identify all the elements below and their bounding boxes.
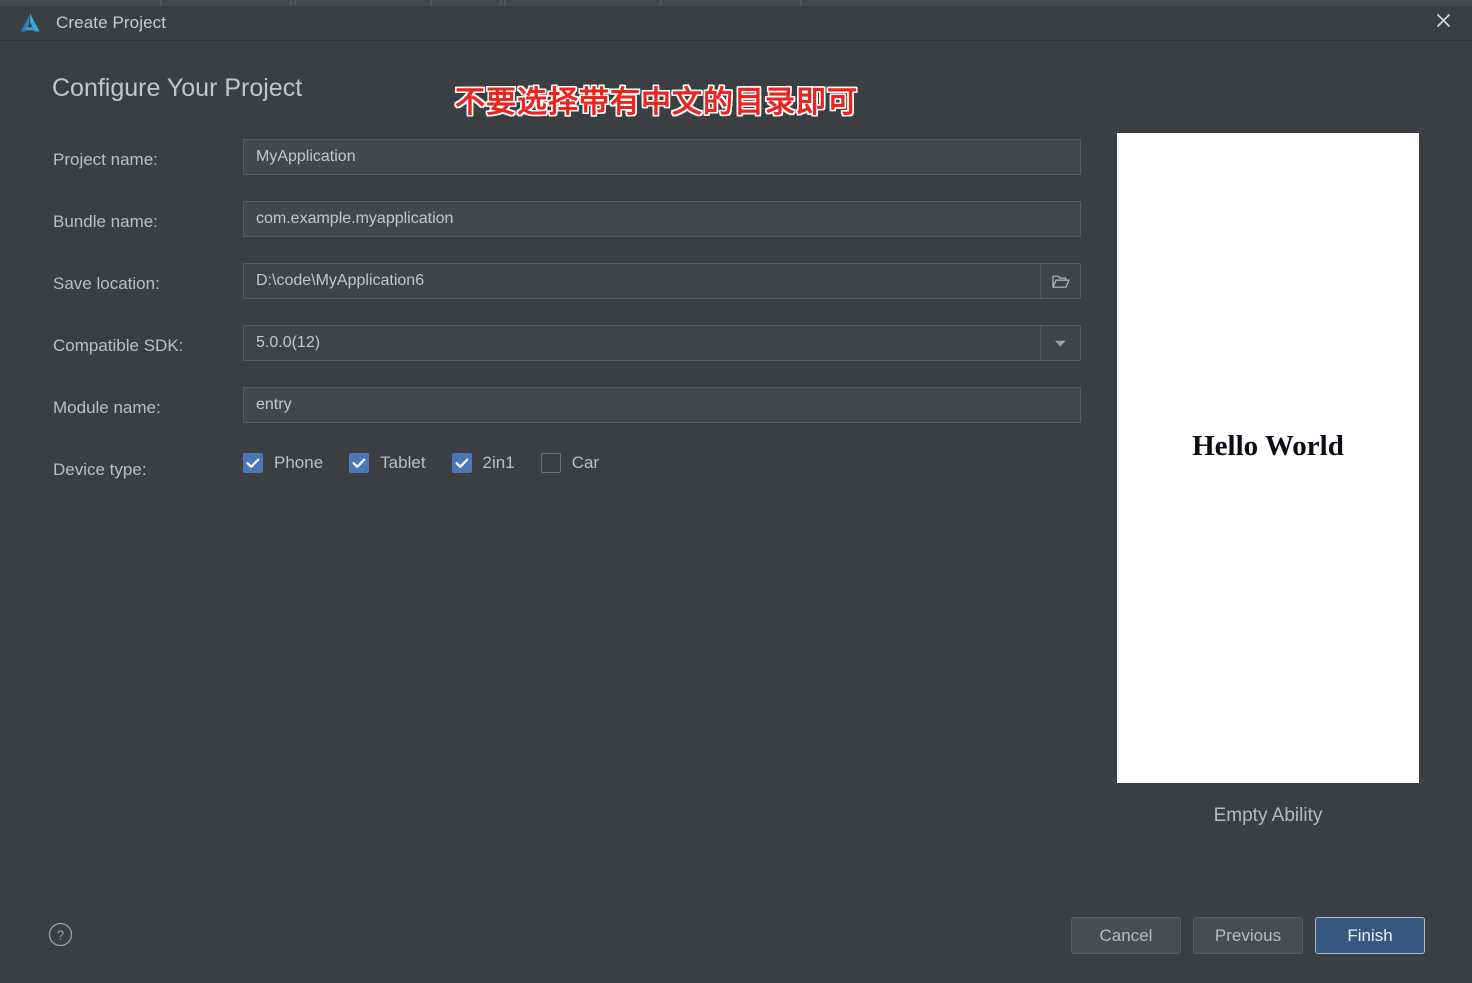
- project-name-value: MyApplication: [256, 148, 356, 165]
- device-type-label: Device type:: [53, 460, 147, 479]
- compatible-sdk-select[interactable]: 5.0.0(12): [243, 325, 1081, 361]
- help-button[interactable]: ?: [48, 922, 73, 947]
- project-config-form: Project name: MyApplication Bundle name:…: [0, 137, 1110, 509]
- save-location-input[interactable]: D:\code\MyApplication6: [243, 263, 1081, 299]
- svg-text:?: ?: [57, 927, 64, 942]
- dialog-content: Configure Your Project 不要选择带有中文的目录即可 Pro…: [0, 41, 1472, 983]
- device-type-option-car[interactable]: Car: [540, 453, 600, 473]
- preview-screen: Hello World: [1117, 133, 1419, 783]
- page-title: Configure Your Project: [52, 74, 303, 102]
- save-location-value: D:\code\MyApplication6: [256, 272, 425, 289]
- tablet-checkbox[interactable]: [349, 453, 370, 473]
- check-icon: [352, 458, 366, 468]
- compatible-sdk-value: 5.0.0(12): [256, 334, 321, 351]
- form-row-device-type: Device type: Phone Tablet 2in1 Car: [0, 447, 1110, 509]
- finish-button[interactable]: Finish: [1315, 917, 1425, 954]
- car-checkbox[interactable]: [540, 453, 561, 473]
- form-row-bundle-name: Bundle name: com.example.myapplication: [0, 199, 1110, 261]
- check-icon: [455, 458, 468, 468]
- phone-checkbox-label: Phone: [274, 453, 324, 472]
- form-row-project-name: Project name: MyApplication: [0, 137, 1110, 199]
- check-icon: [246, 458, 260, 468]
- close-button[interactable]: [1414, 0, 1472, 41]
- compatible-sdk-label: Compatible SDK:: [53, 336, 184, 355]
- 2in1-checkbox-label: 2in1: [482, 453, 515, 472]
- tablet-checkbox-label: Tablet: [380, 453, 426, 472]
- module-name-input[interactable]: entry: [243, 387, 1081, 423]
- help-circle-icon: ?: [48, 922, 73, 947]
- car-checkbox-label: Car: [571, 453, 600, 472]
- folder-browse-icon: [1051, 275, 1070, 288]
- phone-checkbox[interactable]: [243, 453, 263, 473]
- preview-hello-world-text: Hello World: [1192, 430, 1344, 462]
- template-preview: Hello World Empty Ability: [1117, 133, 1419, 827]
- 2in1-checkbox[interactable]: [451, 453, 472, 473]
- device-type-option-2in1[interactable]: 2in1: [451, 453, 515, 473]
- preview-caption: Empty Ability: [1213, 805, 1323, 826]
- previous-button[interactable]: Previous: [1193, 917, 1303, 954]
- bundle-name-value: com.example.myapplication: [256, 210, 454, 227]
- create-project-dialog: Create Project Configure Your Project 不要…: [0, 0, 1472, 983]
- project-name-input[interactable]: MyApplication: [243, 139, 1081, 175]
- module-name-label: Module name:: [53, 398, 161, 417]
- compatible-sdk-dropdown-button[interactable]: [1040, 326, 1080, 360]
- chevron-down-icon: [1055, 340, 1066, 347]
- bundle-name-label: Bundle name:: [53, 212, 158, 231]
- deveco-studio-logo-icon: [20, 13, 40, 32]
- form-row-compatible-sdk: Compatible SDK: 5.0.0(12): [0, 323, 1110, 385]
- device-type-option-tablet[interactable]: Tablet: [349, 453, 426, 473]
- device-type-option-phone[interactable]: Phone: [243, 453, 323, 473]
- project-name-label: Project name:: [53, 150, 158, 169]
- footer-button-group: Cancel Previous Finish: [1059, 917, 1425, 954]
- save-location-browse-button[interactable]: [1040, 264, 1080, 298]
- close-icon: [1436, 13, 1450, 28]
- device-type-checkbox-group: Phone Tablet 2in1 Car: [243, 453, 625, 473]
- dialog-title: Create Project: [56, 13, 167, 32]
- bundle-name-input[interactable]: com.example.myapplication: [243, 201, 1081, 237]
- module-name-value: entry: [256, 396, 292, 413]
- dialog-footer: ? Cancel Previous Finish: [0, 891, 1472, 983]
- form-row-module-name: Module name: entry: [0, 385, 1110, 447]
- dialog-titlebar: Create Project: [0, 6, 1472, 41]
- cancel-button[interactable]: Cancel: [1071, 917, 1181, 954]
- annotation-note: 不要选择带有中文的目录即可: [454, 85, 858, 119]
- save-location-label: Save location:: [53, 274, 160, 293]
- form-row-save-location: Save location: D:\code\MyApplication6: [0, 261, 1110, 323]
